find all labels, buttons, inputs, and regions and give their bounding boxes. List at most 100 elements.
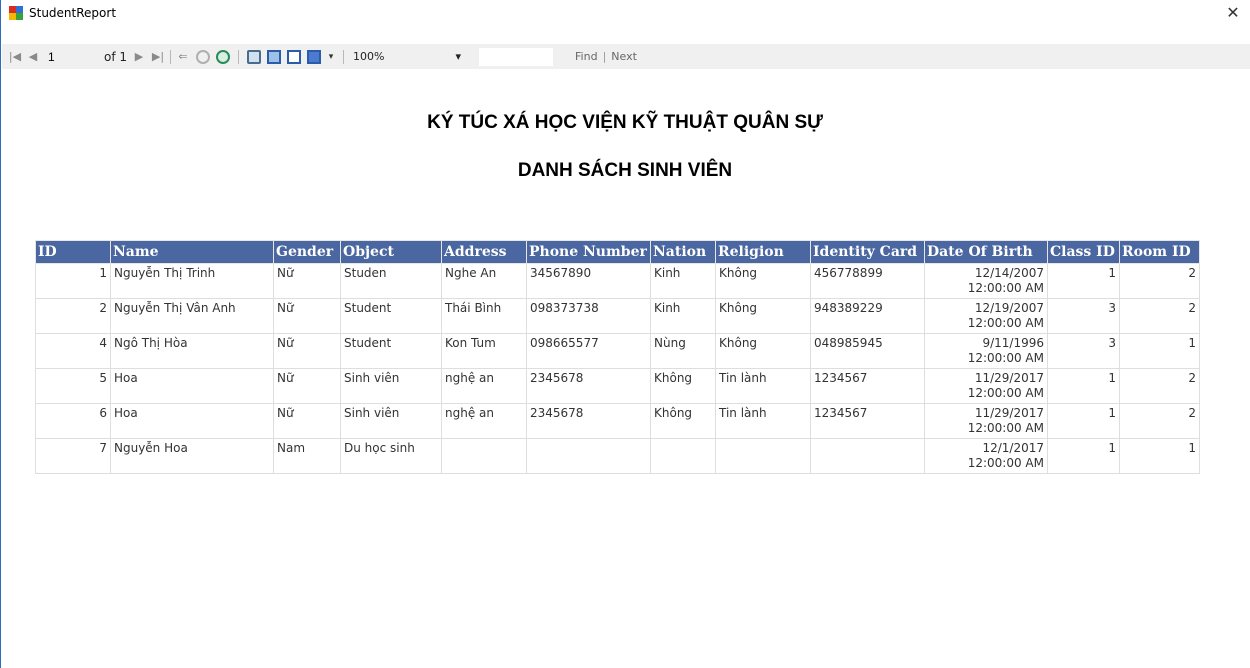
column-header-nation: Nation: [650, 240, 716, 264]
cell-address: nghệ an: [441, 403, 527, 439]
cell-object: Student: [340, 333, 442, 369]
cell-room-id: 2: [1119, 403, 1200, 439]
table-row: 5 Hoa Nữ Sinh viên nghệ an 2345678 Không…: [35, 368, 1200, 404]
cell-nation: Không: [650, 368, 716, 404]
dob-time: 12:00:00 AM: [967, 386, 1044, 400]
cell-name: Nguyễn Hoa: [110, 438, 274, 474]
cell-id: 6: [35, 403, 111, 439]
cell-object: Student: [340, 298, 442, 334]
column-header-date-of-birth: Date Of Birth: [924, 240, 1048, 264]
zoom-value: 100%: [353, 50, 385, 63]
student-table: ID Name Gender Object Address Phone Numb…: [35, 240, 1200, 474]
export-icon[interactable]: [307, 49, 322, 64]
column-header-address: Address: [441, 240, 527, 264]
last-page-icon[interactable]: ▶|: [151, 48, 165, 66]
cell-class-id: 3: [1047, 298, 1120, 334]
refresh-icon[interactable]: [216, 49, 231, 64]
report-heading: KÝ TÚC XÁ HỌC VIỆN KỸ THUẬT QUÂN SỰ: [427, 112, 823, 133]
cell-phone: 098665577: [526, 333, 651, 369]
find-link[interactable]: Find: [575, 50, 598, 63]
cell-id: 1: [35, 263, 111, 299]
cell-address: nghệ an: [441, 368, 527, 404]
window-title: StudentReport: [29, 6, 117, 20]
dob-date: 11/29/2017: [974, 406, 1044, 420]
cell-religion: Không: [715, 263, 811, 299]
cell-nation: Nùng: [650, 333, 716, 369]
print-icon[interactable]: [247, 49, 262, 64]
cell-room-id: 2: [1119, 368, 1200, 404]
cell-phone: 2345678: [526, 368, 651, 404]
column-header-religion: Religion: [715, 240, 811, 264]
cell-date-of-birth: 12/1/2017 12:00:00 AM: [924, 438, 1048, 474]
cell-identity-card: 456778899: [810, 263, 925, 299]
cell-date-of-birth: 12/14/2007 12:00:00 AM: [924, 263, 1048, 299]
cell-phone: 2345678: [526, 403, 651, 439]
cell-id: 5: [35, 368, 111, 404]
next-page-icon[interactable]: ▶: [132, 48, 146, 66]
find-input[interactable]: [479, 47, 554, 66]
cell-id: 4: [35, 333, 111, 369]
cell-phone: 34567890: [526, 263, 651, 299]
dob-time: 12:00:00 AM: [967, 421, 1044, 435]
cell-religion: Không: [715, 333, 811, 369]
chevron-down-icon: ▾: [455, 50, 462, 63]
zoom-select[interactable]: 100% ▾: [349, 48, 465, 66]
cell-address: Kon Tum: [441, 333, 527, 369]
table-row: 7 Nguyễn Hoa Nam Du học sinh 12/1/2017 12…: [35, 438, 1200, 474]
cell-identity-card: 948389229: [810, 298, 925, 334]
cell-room-id: 2: [1119, 298, 1200, 334]
cell-class-id: 1: [1047, 263, 1120, 299]
column-header-gender: Gender: [273, 240, 341, 264]
cell-class-id: 1: [1047, 368, 1120, 404]
dob-time: 12:00:00 AM: [967, 316, 1044, 330]
previous-page-icon[interactable]: ◀: [26, 48, 40, 66]
cell-date-of-birth: 11/29/2017 12:00:00 AM: [924, 368, 1048, 404]
column-header-object: Object: [340, 240, 442, 264]
app-icon: [9, 6, 23, 20]
cell-identity-card: [810, 438, 925, 474]
find-next-link[interactable]: Next: [611, 50, 637, 63]
cell-phone: [526, 438, 651, 474]
report-toolbar: |◀ ◀ of 1 ▶ ▶| ⇐ ▾ 100% ▾ Find | Next: [2, 44, 1250, 69]
cell-name: Hoa: [110, 368, 274, 404]
cell-id: 7: [35, 438, 111, 474]
dob-date: 9/11/1996: [982, 336, 1044, 350]
report-subheading: DANH SÁCH SINH VIÊN: [517, 160, 733, 181]
cell-object: Sinh viên: [340, 403, 442, 439]
stop-rendering-icon[interactable]: [196, 49, 211, 64]
cell-gender: Nữ: [273, 403, 341, 439]
current-page-input[interactable]: [46, 48, 88, 65]
cell-identity-card: 1234567: [810, 403, 925, 439]
dob-time: 12:00:00 AM: [967, 281, 1044, 295]
column-header-phone-number: Phone Number: [526, 240, 651, 264]
dob-date: 12/1/2017: [982, 441, 1044, 455]
cell-religion: Tin lành: [715, 403, 811, 439]
find-separator: |: [602, 50, 607, 63]
cell-nation: Kinh: [650, 298, 716, 334]
page-setup-icon[interactable]: [287, 49, 302, 64]
cell-religion: Không: [715, 298, 811, 334]
back-to-parent-icon[interactable]: ⇐: [176, 48, 190, 66]
print-layout-icon[interactable]: [267, 49, 282, 64]
cell-name: Ngô Thị Hòa: [110, 333, 274, 369]
export-dropdown-icon[interactable]: ▾: [324, 48, 338, 66]
cell-object: Du học sinh: [340, 438, 442, 474]
cell-class-id: 1: [1047, 438, 1120, 474]
toolbar-divider: [238, 49, 240, 64]
table-header-row: ID Name Gender Object Address Phone Numb…: [35, 240, 1200, 264]
close-button[interactable]: ✕: [1222, 3, 1244, 23]
dob-time: 12:00:00 AM: [967, 456, 1044, 470]
column-header-room-id: Room ID: [1119, 240, 1200, 264]
cell-date-of-birth: 11/29/2017 12:00:00 AM: [924, 403, 1048, 439]
cell-religion: [715, 438, 811, 474]
toolbar-divider: [170, 49, 172, 64]
cell-date-of-birth: 12/19/2007 12:00:00 AM: [924, 298, 1048, 334]
first-page-icon[interactable]: |◀: [8, 48, 22, 66]
table-row: 6 Hoa Nữ Sinh viên nghệ an 2345678 Không…: [35, 403, 1200, 439]
column-header-id: ID: [35, 240, 111, 264]
cell-gender: Nữ: [273, 368, 341, 404]
title-bar: StudentReport ✕: [1, 0, 1250, 26]
cell-identity-card: 1234567: [810, 368, 925, 404]
cell-id: 2: [35, 298, 111, 334]
cell-class-id: 3: [1047, 333, 1120, 369]
